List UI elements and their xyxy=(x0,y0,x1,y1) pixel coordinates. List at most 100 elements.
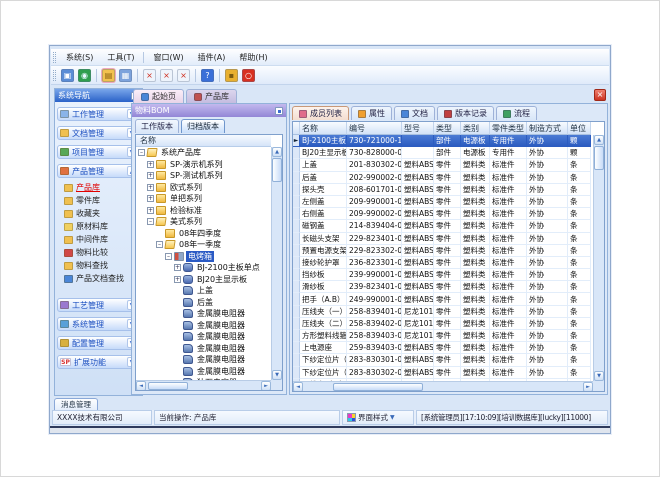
table-row[interactable]: 右侧盖209-990002-01X塑料ABS零件塑料类标准件外协条 xyxy=(293,208,593,220)
globe-icon[interactable]: ◉ xyxy=(78,69,91,82)
scroll-thumb[interactable] xyxy=(148,382,188,390)
table-row[interactable]: 预置电源支架229-823302-00X塑料ABS零件塑料类标准件外协条 xyxy=(293,245,593,257)
expand-icon[interactable]: + xyxy=(147,161,154,168)
sidebar-item-product-doc-search[interactable]: 产品文档查找 xyxy=(55,272,142,285)
sidebar-item-intermediate-library[interactable]: 中间件库 xyxy=(55,233,142,246)
tree-node[interactable]: –系统产品库 xyxy=(136,147,271,159)
sidebar-group-product-management[interactable]: 产品管理▲ xyxy=(57,164,140,178)
tree-node[interactable]: 金属膜电阻器 xyxy=(136,331,271,343)
sidebar-group-document-management[interactable]: 文档管理▼ xyxy=(57,126,140,140)
menu-item[interactable]: 窗口(W) xyxy=(146,52,190,63)
tab-member-list[interactable]: 成员列表 xyxy=(292,106,349,120)
tree-node[interactable]: –电烤箱 xyxy=(136,251,271,263)
table-vertical-scrollbar[interactable]: ▲ ▼ xyxy=(593,135,604,381)
scroll-down-icon[interactable]: ▼ xyxy=(594,371,604,381)
table-row[interactable]: 左侧盖209-990001-01X塑料ABS零件塑料类标准件外协条 xyxy=(293,196,593,208)
table-row[interactable]: 接纱轮护罩236-823301-00X塑料ABS零件塑料类标准件外协条 xyxy=(293,257,593,269)
menu-grip[interactable] xyxy=(53,52,56,63)
table-row[interactable]: 下纱定位片（右）283-830302-00X塑料ABS零件塑料类标准件外协条 xyxy=(293,367,593,379)
expand-icon[interactable]: + xyxy=(174,264,181,271)
scroll-left-icon[interactable]: ◄ xyxy=(293,382,303,392)
tree-node[interactable]: 金属膜电阻器 xyxy=(136,366,271,378)
tree-node[interactable]: 08年四季度 xyxy=(136,228,271,240)
tree-column-header[interactable]: 名称 xyxy=(136,135,271,147)
table-row[interactable]: 滑纱板239-823401-00X塑料ABS零件塑料类标准件外协条 xyxy=(293,281,593,293)
logout-icon[interactable]: ○ xyxy=(242,69,255,82)
close-all-windows-icon[interactable]: × xyxy=(160,69,173,82)
table-row[interactable]: BJ20主显示板730-828000-04X部件电源板专用件外协颗 xyxy=(293,147,593,159)
sidebar-item-material-search[interactable]: 物料查找 xyxy=(55,259,142,272)
help-icon[interactable]: ? xyxy=(201,69,214,82)
column-header[interactable]: 类别 xyxy=(461,122,490,135)
table-row[interactable]: ►BJ-2100主板单点730-721000-12X部件电源板专用件外协颗 xyxy=(293,135,593,147)
scroll-right-icon[interactable]: ► xyxy=(583,382,593,392)
sidebar-item-favorites[interactable]: 收藏夹 xyxy=(55,207,142,220)
scroll-up-icon[interactable]: ▲ xyxy=(272,147,282,157)
tree-node[interactable]: +BJ20主显示板 xyxy=(136,274,271,286)
table-row[interactable]: 把手（A.B）249-990001-01X塑料ABS零件塑料类标准件外协条 xyxy=(293,293,593,305)
table-row[interactable]: 压线夹（一）258-839401-00X尼龙1010零件塑料类标准件外协条 xyxy=(293,306,593,318)
table-row[interactable]: 上盖201-830302-00X塑料ABS零件塑料类标准件外协条 xyxy=(293,159,593,171)
scroll-thumb[interactable] xyxy=(333,383,423,391)
column-header[interactable]: 名称 xyxy=(300,122,347,135)
tab-documents[interactable]: 文档 xyxy=(394,106,435,120)
table-horizontal-scrollbar[interactable]: ◄ ► xyxy=(293,381,593,391)
menu-item[interactable]: 工具(T) xyxy=(100,52,141,63)
tree-node[interactable]: –08年一季度 xyxy=(136,239,271,251)
close-window-icon[interactable]: × xyxy=(143,69,156,82)
tree-vertical-scrollbar[interactable]: ▲ ▼ xyxy=(271,147,282,380)
open-window-icon[interactable]: ▤ xyxy=(102,69,115,82)
column-header[interactable]: 零件类型 xyxy=(490,122,527,135)
table-row[interactable]: 方形塑料线箍258-839403-00X尼龙1010零件塑料类标准件外协条 xyxy=(293,330,593,342)
table-row[interactable]: 挡纱板239-990001-01X塑料ABS零件塑料类标准件外协条 xyxy=(293,269,593,281)
sidebar-item-material-compare[interactable]: 物料比较 xyxy=(55,246,142,259)
tree-node[interactable]: 金属膜电阻器 xyxy=(136,354,271,366)
column-header[interactable]: 型号 xyxy=(402,122,434,135)
column-header[interactable]: 单位 xyxy=(568,122,591,135)
sidebar-group-config-management[interactable]: 配置管理▼ xyxy=(57,336,140,350)
tree-node[interactable]: 后盖 xyxy=(136,297,271,309)
expand-icon[interactable]: + xyxy=(147,172,154,179)
close-other-windows-icon[interactable]: × xyxy=(177,69,190,82)
collapse-icon[interactable]: – xyxy=(165,253,172,260)
sidebar-item-raw-material-library[interactable]: 原材料库 xyxy=(55,220,142,233)
sidebar-item-part-library[interactable]: 零件库 xyxy=(55,194,142,207)
expand-icon[interactable]: + xyxy=(147,184,154,191)
table-row[interactable]: 压线夹（二）258-839402-00X尼龙1010零件塑料类标准件外协条 xyxy=(293,318,593,330)
tab-properties[interactable]: 属性 xyxy=(351,106,392,120)
scroll-right-icon[interactable]: ► xyxy=(261,381,271,391)
table-row[interactable]: 上电源座259-839403-00X塑料ABS零件塑料类标准件外协条 xyxy=(293,342,593,354)
ui-style-selector[interactable]: 界面样式 ▼ xyxy=(342,410,414,425)
menu-item[interactable]: 系统(S) xyxy=(59,52,100,63)
table-row[interactable]: 探头壳208-601701-01X塑料ABS零件塑料类标准件外协条 xyxy=(293,184,593,196)
sidebar-item-product-library[interactable]: 产品库 xyxy=(55,181,142,194)
expand-icon[interactable]: + xyxy=(174,276,181,283)
tree-node[interactable]: 金属膜电阻器 xyxy=(136,308,271,320)
tree-node[interactable]: +欧式系列 xyxy=(136,182,271,194)
sidebar-group-process-management[interactable]: 工艺管理▼ xyxy=(57,298,140,312)
window-layout-icon[interactable]: ▦ xyxy=(119,69,132,82)
tree-node[interactable]: 金属膜电阻器 xyxy=(136,343,271,355)
tree-node[interactable]: +SP-测试机系列 xyxy=(136,170,271,182)
scroll-thumb[interactable] xyxy=(594,146,604,170)
panel-splitter[interactable] xyxy=(287,103,289,395)
tab-product-library[interactable]: 产品库 xyxy=(186,89,237,103)
tree-node[interactable]: 金属膜电阻器 xyxy=(136,320,271,332)
expand-icon[interactable]: + xyxy=(147,207,154,214)
lock-icon[interactable]: ▪ xyxy=(225,69,238,82)
tree-node[interactable]: 上盖 xyxy=(136,285,271,297)
sidebar-group-work-management[interactable]: 工作管理▼ xyxy=(57,107,140,121)
tab-version-history[interactable]: 版本记录 xyxy=(437,106,494,120)
tree-node[interactable]: +SP-演示机系列 xyxy=(136,159,271,171)
table-row[interactable]: 磁钢盖214-839404-01X塑料ABS零件塑料类标准件外协条 xyxy=(293,220,593,232)
monitor-icon[interactable]: ▣ xyxy=(61,69,74,82)
tree-node[interactable]: +检验标准 xyxy=(136,205,271,217)
table-row[interactable]: 后盖202-990002-01X塑料ABS零件塑料类标准件外协条 xyxy=(293,172,593,184)
scroll-up-icon[interactable]: ▲ xyxy=(594,135,604,145)
collapse-icon[interactable]: – xyxy=(156,241,163,248)
tab-workflow[interactable]: 流程 xyxy=(496,106,537,120)
menu-item[interactable]: 插件(A) xyxy=(191,52,233,63)
column-header[interactable]: 编号 xyxy=(347,122,402,135)
toolbar-grip[interactable] xyxy=(53,70,56,81)
sidebar-group-extended-functions[interactable]: SP扩展功能▼ xyxy=(57,355,140,369)
